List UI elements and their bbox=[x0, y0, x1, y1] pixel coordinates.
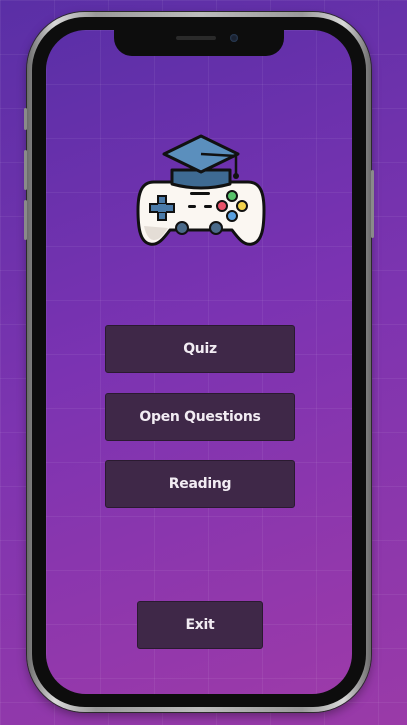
exit-button[interactable]: Exit bbox=[137, 601, 263, 649]
app-screen: Quiz Open Questions Reading Exit bbox=[46, 30, 352, 694]
open-questions-button-label: Open Questions bbox=[139, 409, 261, 425]
quiz-button[interactable]: Quiz bbox=[105, 325, 295, 373]
volume-up-button bbox=[24, 150, 27, 190]
power-button bbox=[371, 170, 374, 238]
open-questions-button[interactable]: Open Questions bbox=[105, 393, 295, 441]
front-camera bbox=[230, 34, 238, 42]
reading-button-label: Reading bbox=[168, 476, 232, 492]
quiz-button-label: Quiz bbox=[183, 341, 217, 357]
volume-down-button bbox=[24, 200, 27, 240]
speaker-grille bbox=[176, 36, 216, 40]
notch bbox=[114, 30, 284, 56]
gamepad-with-graduation-cap-icon bbox=[136, 134, 266, 246]
exit-button-label: Exit bbox=[185, 617, 215, 633]
mute-switch bbox=[24, 108, 27, 130]
reading-button[interactable]: Reading bbox=[105, 460, 295, 508]
